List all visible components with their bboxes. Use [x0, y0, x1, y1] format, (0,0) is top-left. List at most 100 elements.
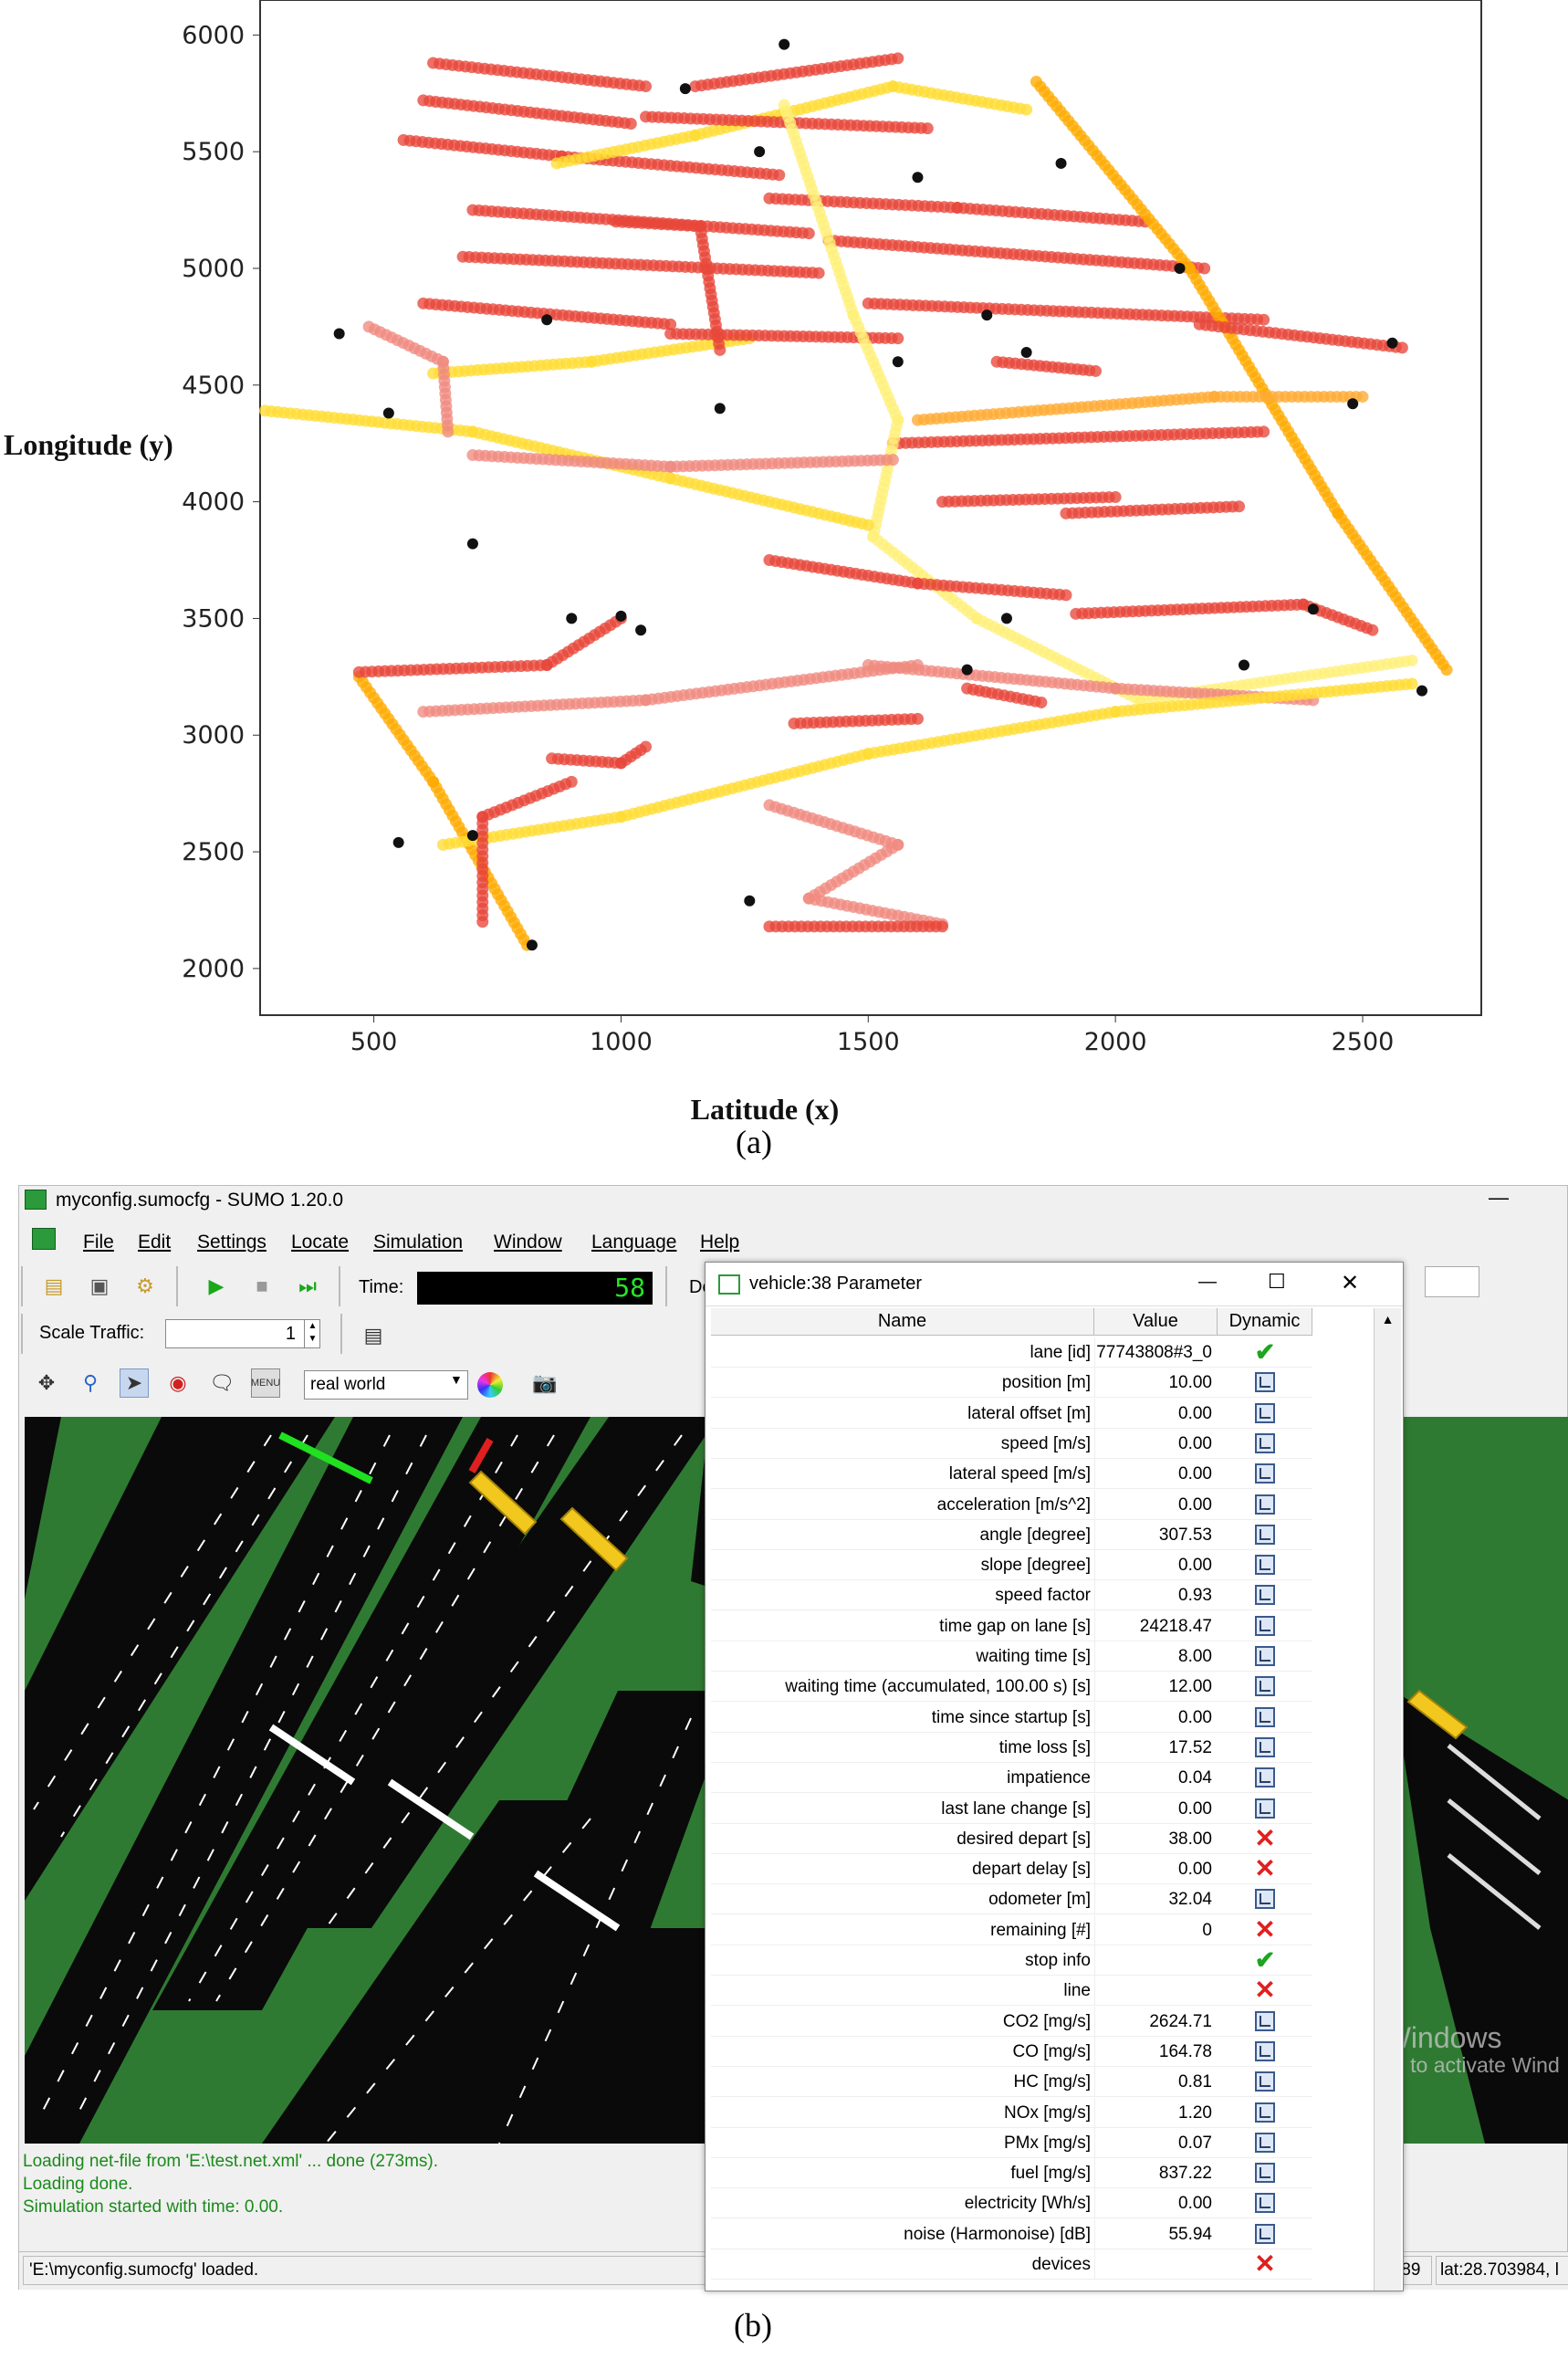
recenter-view-icon[interactable]: ✥: [32, 1368, 61, 1398]
scale-traffic-spinner[interactable]: 1: [165, 1319, 320, 1348]
dynamic-cell[interactable]: [1218, 1733, 1312, 1762]
table-row[interactable]: lateral speed [m/s] 0.00: [711, 1459, 1312, 1490]
dynamic-cell[interactable]: [1218, 1520, 1312, 1549]
table-row[interactable]: impatience 0.04: [711, 1763, 1312, 1794]
plot-icon[interactable]: [1255, 2193, 1275, 2214]
table-row[interactable]: lane [id] 77743808#3_0 ✔: [711, 1337, 1312, 1368]
col-value-header[interactable]: Value: [1094, 1308, 1218, 1335]
dynamic-cell[interactable]: ✕: [1218, 1854, 1312, 1883]
dynamic-cell[interactable]: ✔: [1218, 1945, 1312, 1975]
plot-icon[interactable]: [1255, 2163, 1275, 2184]
dialog-minimize-button[interactable]: —: [1198, 1272, 1217, 1293]
menu-window[interactable]: Window: [494, 1232, 562, 1253]
locate-object-icon[interactable]: ➤: [120, 1368, 149, 1398]
table-row[interactable]: CO2 [mg/s] 2624.71: [711, 2006, 1312, 2037]
plot-icon[interactable]: [1255, 1767, 1275, 1788]
table-row[interactable]: odometer [m] 32.04: [711, 1884, 1312, 1915]
table-row[interactable]: HC [mg/s] 0.81: [711, 2067, 1312, 2098]
table-row[interactable]: CO [mg/s] 164.78: [711, 2036, 1312, 2067]
dynamic-cell[interactable]: [1218, 1550, 1312, 1579]
dynamic-cell[interactable]: [1218, 2219, 1312, 2249]
play-icon[interactable]: ▶: [202, 1272, 231, 1301]
table-row[interactable]: acceleration [m/s^2] 0.00: [711, 1489, 1312, 1520]
chevron-down-icon[interactable]: ▼: [450, 1372, 463, 1387]
reload-icon[interactable]: ▣: [85, 1272, 114, 1301]
plot-icon[interactable]: [1255, 1555, 1275, 1576]
dynamic-cell[interactable]: [1218, 1703, 1312, 1732]
new-view-icon[interactable]: ▤: [359, 1321, 388, 1350]
menu-settings[interactable]: Settings: [197, 1232, 267, 1253]
table-row[interactable]: remaining [#] 0 ✕: [711, 1914, 1312, 1945]
dynamic-cell[interactable]: [1218, 1490, 1312, 1519]
dynamic-cell[interactable]: [1218, 1672, 1312, 1701]
dynamic-cell[interactable]: [1218, 1368, 1312, 1397]
open-folder-icon[interactable]: ▤: [39, 1272, 68, 1301]
dynamic-cell[interactable]: [1218, 2067, 1312, 2096]
plot-icon[interactable]: [1255, 1494, 1275, 1515]
table-row[interactable]: electricity [Wh/s] 0.00: [711, 2188, 1312, 2219]
menu-icon[interactable]: MENU: [251, 1368, 280, 1398]
table-scrollbar[interactable]: ▲: [1374, 1308, 1401, 2291]
dynamic-cell[interactable]: [1218, 1794, 1312, 1823]
table-row[interactable]: NOx [mg/s] 1.20: [711, 2097, 1312, 2128]
dynamic-cell[interactable]: [1218, 2007, 1312, 2036]
table-row[interactable]: time since startup [s] 0.00: [711, 1702, 1312, 1733]
col-name-header[interactable]: Name: [711, 1308, 1094, 1335]
plot-icon[interactable]: [1255, 1585, 1275, 1606]
plot-icon[interactable]: [1255, 2010, 1275, 2031]
plot-icon[interactable]: [1255, 2223, 1275, 2244]
dynamic-cell[interactable]: [1218, 2158, 1312, 2187]
dynamic-cell[interactable]: [1218, 1763, 1312, 1792]
zoom-search-icon[interactable]: ⚲: [76, 1368, 105, 1398]
table-row[interactable]: time loss [s] 17.52: [711, 1732, 1312, 1763]
table-row[interactable]: stop info ✔: [711, 1945, 1312, 1976]
camera-icon[interactable]: 📷: [530, 1368, 559, 1398]
dynamic-cell[interactable]: ✕: [1218, 1976, 1312, 2005]
table-row[interactable]: desired depart [s] 38.00 ✕: [711, 1823, 1312, 1854]
plot-icon[interactable]: [1255, 1676, 1275, 1697]
plot-icon[interactable]: [1255, 1402, 1275, 1423]
col-dynamic-header[interactable]: Dynamic: [1218, 1308, 1312, 1335]
dynamic-cell[interactable]: [1218, 1884, 1312, 1913]
table-row[interactable]: time gap on lane [s] 24218.47: [711, 1610, 1312, 1641]
table-row[interactable]: depart delay [s] 0.00 ✕: [711, 1854, 1312, 1885]
window-minimize-button[interactable]: —: [1489, 1186, 1509, 1210]
plot-icon[interactable]: [1255, 1889, 1275, 1910]
menu-file[interactable]: File: [83, 1232, 114, 1253]
dynamic-cell[interactable]: ✕: [1218, 1824, 1312, 1853]
delay-slider[interactable]: [1425, 1266, 1479, 1297]
plot-icon[interactable]: [1255, 1432, 1275, 1453]
dialog-maximize-button[interactable]: ☐: [1268, 1270, 1286, 1294]
dynamic-cell[interactable]: ✕: [1218, 1915, 1312, 1945]
menu-simulation[interactable]: Simulation: [373, 1232, 463, 1253]
select-icon[interactable]: ◉: [163, 1368, 193, 1398]
plot-icon[interactable]: [1255, 1372, 1275, 1393]
dynamic-cell[interactable]: [1218, 2188, 1312, 2217]
tooltip-icon[interactable]: 🗨: [207, 1368, 236, 1398]
table-row[interactable]: devices ✕: [711, 2249, 1312, 2280]
table-row[interactable]: last lane change [s] 0.00: [711, 1793, 1312, 1824]
plot-icon[interactable]: [1255, 1706, 1275, 1727]
scroll-up-icon[interactable]: ▲: [1375, 1308, 1401, 1326]
plot-icon[interactable]: [1255, 1798, 1275, 1819]
dynamic-cell[interactable]: [1218, 2098, 1312, 2127]
table-row[interactable]: noise (Harmonoise) [dB] 55.94: [711, 2218, 1312, 2249]
plot-icon[interactable]: [1255, 1615, 1275, 1636]
table-row[interactable]: waiting time (accumulated, 100.00 s) [s]…: [711, 1672, 1312, 1703]
plot-icon[interactable]: [1255, 1524, 1275, 1545]
color-wheel-icon[interactable]: [477, 1372, 503, 1398]
dynamic-cell[interactable]: [1218, 1429, 1312, 1458]
stop-icon[interactable]: ■: [247, 1272, 277, 1301]
dynamic-cell[interactable]: [1218, 1459, 1312, 1488]
table-row[interactable]: fuel [mg/s] 837.22: [711, 2158, 1312, 2189]
table-row[interactable]: speed [m/s] 0.00: [711, 1428, 1312, 1459]
menu-edit[interactable]: Edit: [138, 1232, 171, 1253]
dynamic-cell[interactable]: [1218, 2037, 1312, 2066]
menu-language[interactable]: Language: [591, 1232, 676, 1253]
dynamic-cell[interactable]: [1218, 1611, 1312, 1641]
table-row[interactable]: waiting time [s] 8.00: [711, 1641, 1312, 1672]
table-row[interactable]: speed factor 0.93: [711, 1580, 1312, 1611]
table-row[interactable]: slope [degree] 0.00: [711, 1550, 1312, 1581]
dynamic-cell[interactable]: [1218, 1399, 1312, 1428]
dynamic-cell[interactable]: [1218, 2128, 1312, 2157]
